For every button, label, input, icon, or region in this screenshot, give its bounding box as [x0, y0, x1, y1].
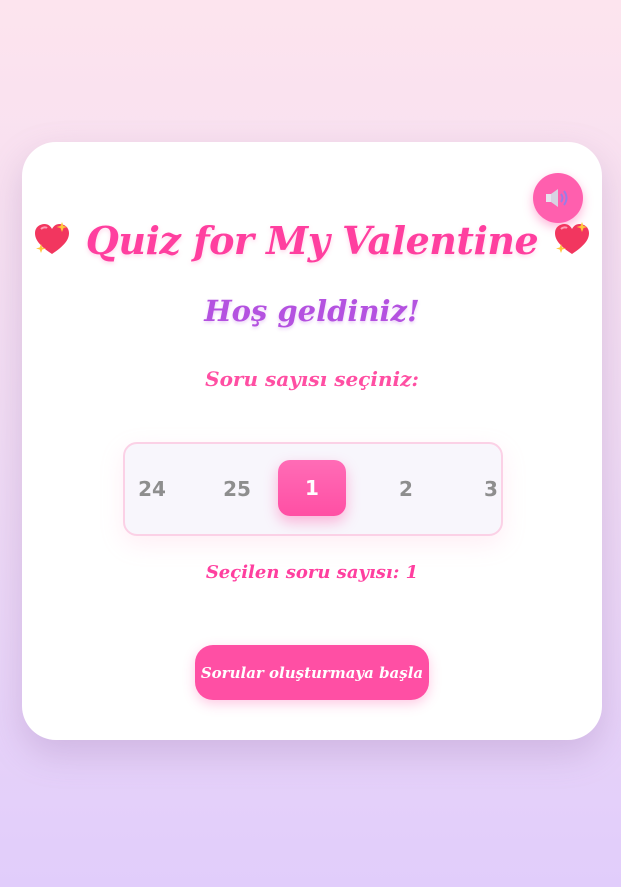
question-count-label: Soru sayısı seçiniz:	[205, 367, 419, 391]
picker-option[interactable]: 25	[207, 444, 267, 534]
picker-option[interactable]: 2	[376, 444, 436, 534]
question-count-picker[interactable]: 24 25 1 2 3	[123, 442, 503, 536]
welcome-heading: Hoş geldiniz!	[204, 294, 420, 328]
picker-option[interactable]: 24	[125, 444, 182, 534]
picker-option-selected[interactable]: 1	[278, 460, 346, 516]
quiz-card: Quiz for My Valentine Hoş geldiniz! Soru…	[22, 142, 602, 740]
title-row: Quiz for My Valentine	[22, 212, 602, 268]
speaker-icon	[546, 189, 568, 207]
picker-option[interactable]: 3	[461, 444, 501, 534]
page-title: Quiz for My Valentine	[85, 217, 539, 263]
selected-count-text: Seçilen soru sayısı: 1	[205, 562, 419, 583]
sparkling-heart-icon	[555, 222, 590, 254]
sparkling-heart-icon	[34, 222, 69, 254]
start-quiz-button[interactable]: Sorular oluşturmaya başla	[195, 645, 429, 700]
